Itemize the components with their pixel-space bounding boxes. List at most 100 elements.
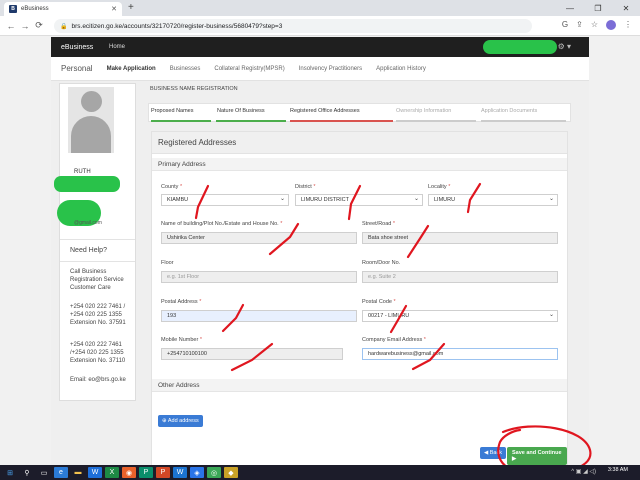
county-select[interactable]: KIAMBU ⌄ (161, 194, 289, 206)
windows-taskbar: ⊞ ⚲ ▭ e ▬ W X ◉ P P W ◈ ◎ ◆ ^ ▣ ◢ ◁) 3:3… (0, 465, 640, 480)
step-application-documents: Application Documents (481, 108, 538, 114)
page-title: BUSINESS NAME REGISTRATION (150, 86, 238, 92)
app-icon[interactable]: ◈ (190, 467, 204, 478)
edge-icon[interactable]: e (54, 467, 68, 478)
taskbar-clock[interactable]: 3:38 AM (608, 467, 628, 473)
plus-icon: ⊕ (162, 418, 167, 424)
floor-label: Floor (161, 260, 174, 266)
brand-logo[interactable]: eBusiness (61, 44, 109, 51)
mobile-label: Mobile Number * (161, 337, 202, 343)
url-field[interactable]: 🔒 brs.ecitizen.go.ke/accounts/32170720/r… (54, 19, 532, 33)
building-input[interactable]: Ushirika Center (161, 232, 357, 244)
back-arrow-icon[interactable]: ← (4, 21, 18, 31)
browser-tab[interactable]: B eBusiness ✕ (4, 2, 122, 16)
postal-code-select[interactable]: 00217 - LIMURU ⌄ (362, 310, 558, 322)
ebusiness-favicon-icon: B (9, 5, 17, 13)
step-line-current (290, 120, 393, 122)
card-title: Registered Addresses (152, 132, 567, 154)
nav-make-application[interactable]: Make Application (107, 66, 156, 72)
back-circle-icon: ◀ (484, 450, 489, 456)
main-area: RUTH @gmail.com Need Help? Call Business… (51, 81, 589, 467)
forward-arrow-icon[interactable]: → (18, 21, 32, 31)
powerpoint-icon[interactable]: P (156, 467, 170, 478)
support-email[interactable]: Email: eo@brs.go.ke (70, 376, 126, 384)
nav-collateral-registry[interactable]: Collateral Registry(MPSR) (214, 66, 284, 72)
mobile-input[interactable]: +254710100100 (161, 348, 343, 360)
redaction-scribble (54, 176, 120, 192)
word-icon-2[interactable]: W (173, 467, 187, 478)
share-icon[interactable]: ⇪ (576, 20, 583, 30)
chevron-down-icon: ⌄ (548, 312, 554, 318)
redaction-scribble (483, 40, 557, 54)
google-icon[interactable]: G (562, 20, 568, 30)
tab-title: eBusiness (21, 6, 49, 12)
lock-icon: 🔒 (60, 23, 68, 30)
add-address-button[interactable]: ⊕ Add address (158, 415, 203, 427)
avatar (68, 87, 114, 153)
step-line-done (216, 120, 286, 122)
sub-navbar: Personal Make Application Businesses Col… (51, 57, 589, 81)
registered-addresses-card: Registered Addresses Primary Address Cou… (151, 131, 568, 467)
close-window-icon[interactable]: ✕ (612, 0, 640, 16)
profile-avatar[interactable] (606, 20, 616, 30)
app-icon[interactable]: ◆ (224, 467, 238, 478)
district-select[interactable]: LIMURU DISTRICT ⌄ (295, 194, 423, 206)
firefox-icon[interactable]: ◉ (122, 467, 136, 478)
home-link[interactable]: Home (109, 44, 125, 50)
postal-address-label: Postal Address * (161, 299, 202, 305)
word-icon[interactable]: W (88, 467, 102, 478)
system-tray-icons[interactable]: ^ ▣ ◢ ◁) (571, 468, 596, 475)
gear-icon[interactable]: ⚙ ▾ (558, 42, 571, 51)
minimize-icon[interactable]: — (556, 0, 584, 16)
file-explorer-icon[interactable]: ▬ (71, 467, 85, 478)
maximize-icon[interactable]: ❐ (584, 0, 612, 16)
step-line-pending (396, 120, 476, 122)
chevron-down-icon: ⌄ (413, 196, 419, 202)
windows-start-icon[interactable]: ⊞ (3, 467, 17, 478)
publisher-icon[interactable]: P (139, 467, 153, 478)
username: RUTH (74, 169, 91, 175)
forward-circle-icon: ▶ (512, 456, 517, 462)
service-text: Call Business Registration Service Custo… (70, 269, 124, 291)
phone-numbers-2: +254 020 222 7461 /+254 020 225 1355 Ext… (70, 342, 126, 364)
street-input[interactable]: Bata shoe street (362, 232, 558, 244)
address-bar: ← → ⟳ 🔒 brs.ecitizen.go.ke/accounts/3217… (0, 16, 640, 36)
nav-businesses[interactable]: Businesses (170, 66, 201, 72)
building-label: Name of building/Plot No./Estate and Hou… (161, 221, 283, 227)
menu-icon[interactable]: ⋮ (624, 20, 632, 30)
step-ownership-information: Ownership Information (396, 108, 452, 114)
chrome-icon[interactable]: ◎ (207, 467, 221, 478)
chevron-down-icon: ⌄ (548, 196, 554, 202)
phone-numbers-1: +254 020 222 7461 / +254 020 225 1355 Ex… (70, 304, 126, 326)
reload-icon[interactable]: ⟳ (32, 20, 46, 31)
postal-address-input[interactable]: 193 (161, 310, 357, 322)
search-icon[interactable]: ⚲ (20, 467, 34, 478)
task-view-icon[interactable]: ▭ (37, 467, 51, 478)
primary-address-title: Primary Address (152, 158, 567, 171)
locality-select[interactable]: LIMURU ⌄ (428, 194, 558, 206)
url-text: brs.ecitizen.go.ke/accounts/32170720/reg… (71, 22, 283, 30)
nav-application-history[interactable]: Application History (376, 66, 426, 72)
user-email: @gmail.com (74, 220, 102, 226)
locality-label: Locality * (428, 184, 451, 190)
company-email-input[interactable]: hardwarebusiness@gmail.com (362, 348, 558, 360)
step-registered-office[interactable]: Registered Office Addresses (290, 108, 360, 114)
excel-icon[interactable]: X (105, 467, 119, 478)
tab-close-icon[interactable]: ✕ (111, 5, 117, 13)
room-input[interactable]: e.g. Suite 2 (362, 271, 558, 283)
star-icon[interactable]: ☆ (591, 20, 598, 30)
district-label: District * (295, 184, 316, 190)
postal-code-label: Postal Code * (362, 299, 396, 305)
step-line-pending (481, 120, 566, 122)
chevron-down-icon: ⌄ (279, 196, 285, 202)
step-proposed-names[interactable]: Proposed Names (151, 108, 194, 114)
nav-insolvency-practitioners[interactable]: Insolvency Practitioners (299, 66, 362, 72)
floor-input[interactable]: e.g. 1st Floor (161, 271, 357, 283)
save-and-continue-button[interactable]: Save and Continue ▶ (507, 447, 567, 465)
step-nature-of-business[interactable]: Nature Of Business (217, 108, 265, 114)
other-address-title: Other Address (152, 379, 567, 392)
profile-sidebar: RUTH @gmail.com Need Help? Call Business… (54, 83, 136, 401)
new-tab-button[interactable]: + (128, 2, 134, 14)
step-progress: Proposed Names Nature Of Business Regist… (148, 103, 571, 122)
back-button[interactable]: ◀ Back (480, 447, 506, 459)
